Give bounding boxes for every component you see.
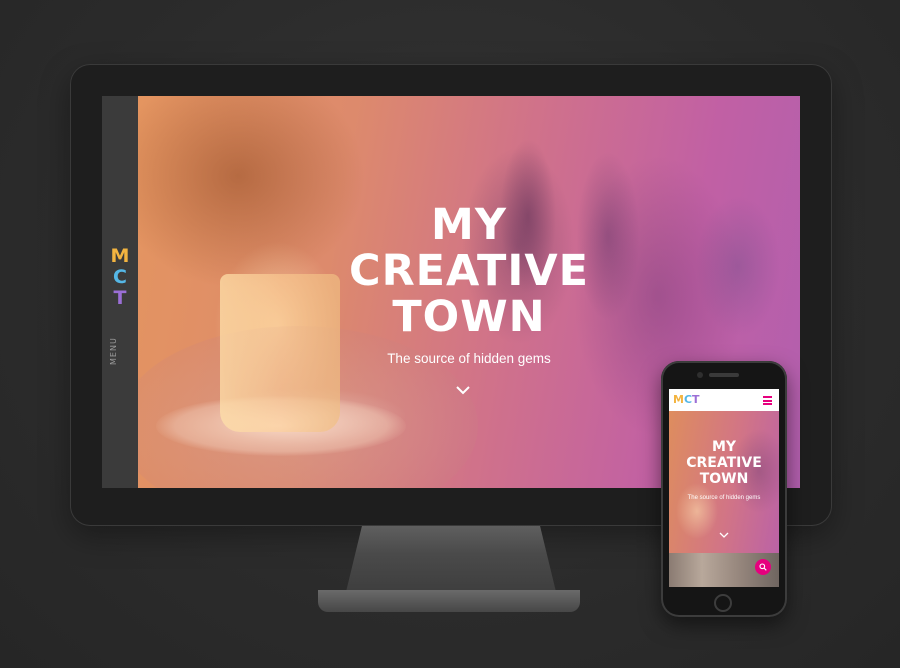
logo-letter-m: M [110, 245, 130, 267]
chevron-down-icon[interactable] [719, 531, 729, 539]
site-logo[interactable]: M C T [108, 246, 132, 309]
mobile-hero-subtitle: The source of hidden gems [687, 495, 761, 501]
hero-subtitle: The source of hidden gems [387, 351, 551, 366]
phone-home-button[interactable] [714, 594, 732, 612]
search-button[interactable] [755, 559, 771, 575]
monitor-stand-base [318, 590, 580, 612]
hero-title: MY CREATIVE TOWN [138, 202, 800, 340]
device-mockup-scene: M C T MENU MY CREATIVE TOWN The source o… [0, 0, 900, 668]
hero-title-line: MY [431, 200, 507, 250]
logo-letter-t: T [113, 287, 127, 309]
hero-section: MY CREATIVE TOWN The source of hidden ge… [138, 96, 800, 488]
search-icon [759, 563, 767, 571]
desktop-screen: M C T MENU MY CREATIVE TOWN The source o… [102, 96, 800, 488]
hero-title-line: TOWN [392, 292, 546, 342]
chevron-down-icon[interactable] [455, 382, 471, 398]
monitor-stand [345, 526, 557, 596]
side-navigation: M C T MENU [102, 96, 138, 488]
logo-letter-c: C [113, 266, 127, 288]
menu-button[interactable]: MENU [109, 336, 133, 366]
hero-title-line: CREATIVE [349, 246, 589, 296]
